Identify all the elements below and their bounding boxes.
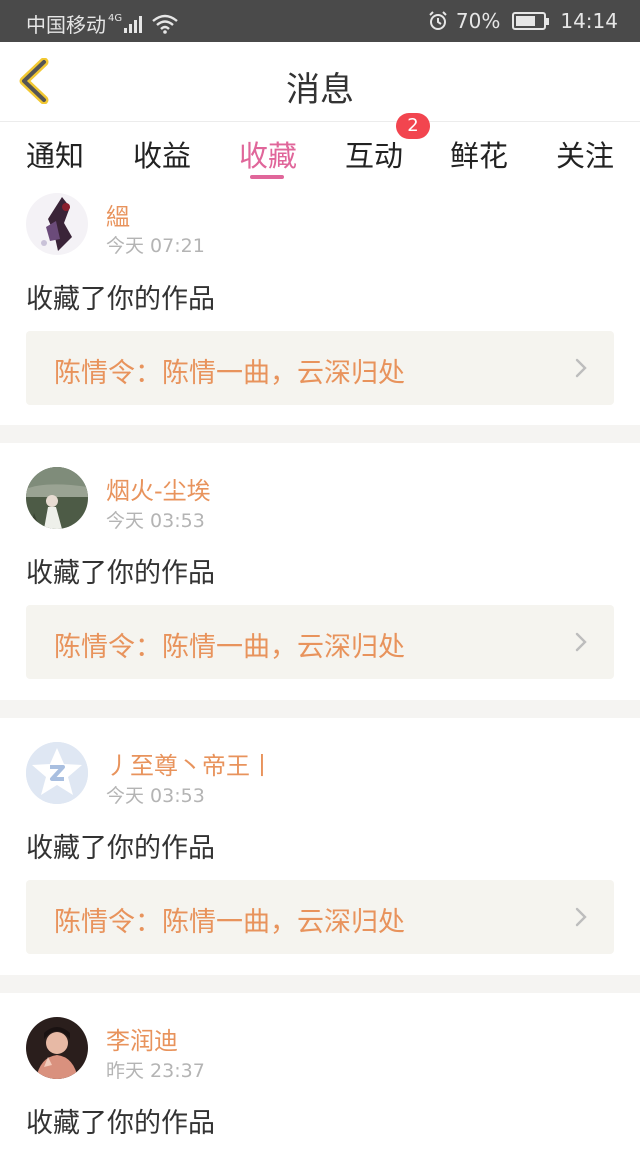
divider <box>0 700 640 718</box>
work-title: 陈情令：陈情一曲，云深归处 <box>54 632 405 663</box>
action-text: 收藏了你的作品 <box>26 1108 215 1139</box>
carrier-name: 中国移动 <box>26 13 106 37</box>
list-item: 縕 今天 07:21 收藏了你的作品 陈情令：陈情一曲，云深归处 <box>0 185 640 425</box>
page-title: 消息 <box>286 70 354 110</box>
timestamp: 昨天 23:37 <box>106 1060 205 1082</box>
chevron-right-icon <box>575 358 587 378</box>
work-title: 陈情令：陈情一曲，云深归处 <box>54 907 405 938</box>
divider <box>0 975 640 993</box>
user-name[interactable]: 縕 <box>106 197 130 232</box>
work-link[interactable]: 陈情令：陈情一曲，云深归处 <box>26 605 614 679</box>
tab-notifications[interactable]: 通知 <box>26 133 84 175</box>
timestamp: 今天 03:53 <box>106 510 205 532</box>
user-name[interactable]: 丿至尊丶帝王丨 <box>106 746 274 781</box>
chevron-right-icon <box>575 907 587 927</box>
network-type: 4G <box>108 13 123 24</box>
wifi-icon <box>152 14 178 34</box>
work-link[interactable]: 陈情令：陈情一曲，云深归处 <box>26 331 614 405</box>
tab-bar: 通知 收益 收藏 互动 鲜花 关注 <box>0 123 640 185</box>
timestamp: 今天 07:21 <box>106 235 205 257</box>
work-link[interactable]: 陈情令：陈情一曲，云深归处 <box>26 880 614 954</box>
unread-badge: 2 <box>396 113 430 139</box>
tab-interactions[interactable]: 互动 <box>345 133 403 175</box>
action-text: 收藏了你的作品 <box>26 558 215 589</box>
status-bar: 中国移动 4G 70% 14:14 <box>0 0 640 42</box>
timestamp: 今天 03:53 <box>106 785 205 807</box>
list-item: 李润迪 昨天 23:37 收藏了你的作品 <box>0 993 640 1153</box>
battery-percent: 70% <box>455 9 501 33</box>
list-item: 烟火-尘埃 今天 03:53 收藏了你的作品 陈情令：陈情一曲，云深归处 <box>0 443 640 700</box>
alarm-icon <box>429 11 447 30</box>
work-title: 陈情令：陈情一曲，云深归处 <box>54 358 405 389</box>
tab-earnings[interactable]: 收益 <box>133 133 191 175</box>
action-text: 收藏了你的作品 <box>26 833 215 864</box>
tab-flowers[interactable]: 鲜花 <box>450 133 508 175</box>
message-list: 縕 今天 07:21 收藏了你的作品 陈情令：陈情一曲，云深归处 烟火-尘埃 今… <box>0 185 640 1153</box>
list-item: 丿至尊丶帝王丨 今天 03:53 收藏了你的作品 陈情令：陈情一曲，云深归处 <box>0 718 640 975</box>
divider <box>0 425 640 443</box>
battery-icon <box>512 12 550 30</box>
clock: 14:14 <box>560 9 618 33</box>
user-name[interactable]: 烟火-尘埃 <box>106 471 211 506</box>
action-text: 收藏了你的作品 <box>26 284 215 315</box>
user-name[interactable]: 李润迪 <box>106 1021 178 1056</box>
avatar[interactable] <box>26 1017 88 1079</box>
avatar[interactable] <box>26 742 88 804</box>
chevron-right-icon <box>575 632 587 652</box>
tab-favorites[interactable]: 收藏 <box>239 133 297 175</box>
avatar[interactable] <box>26 467 88 529</box>
signal-icon <box>124 15 143 33</box>
header: 消息 <box>0 42 640 122</box>
active-tab-indicator <box>250 175 284 179</box>
avatar[interactable] <box>26 193 88 255</box>
tab-following[interactable]: 关注 <box>556 133 614 175</box>
